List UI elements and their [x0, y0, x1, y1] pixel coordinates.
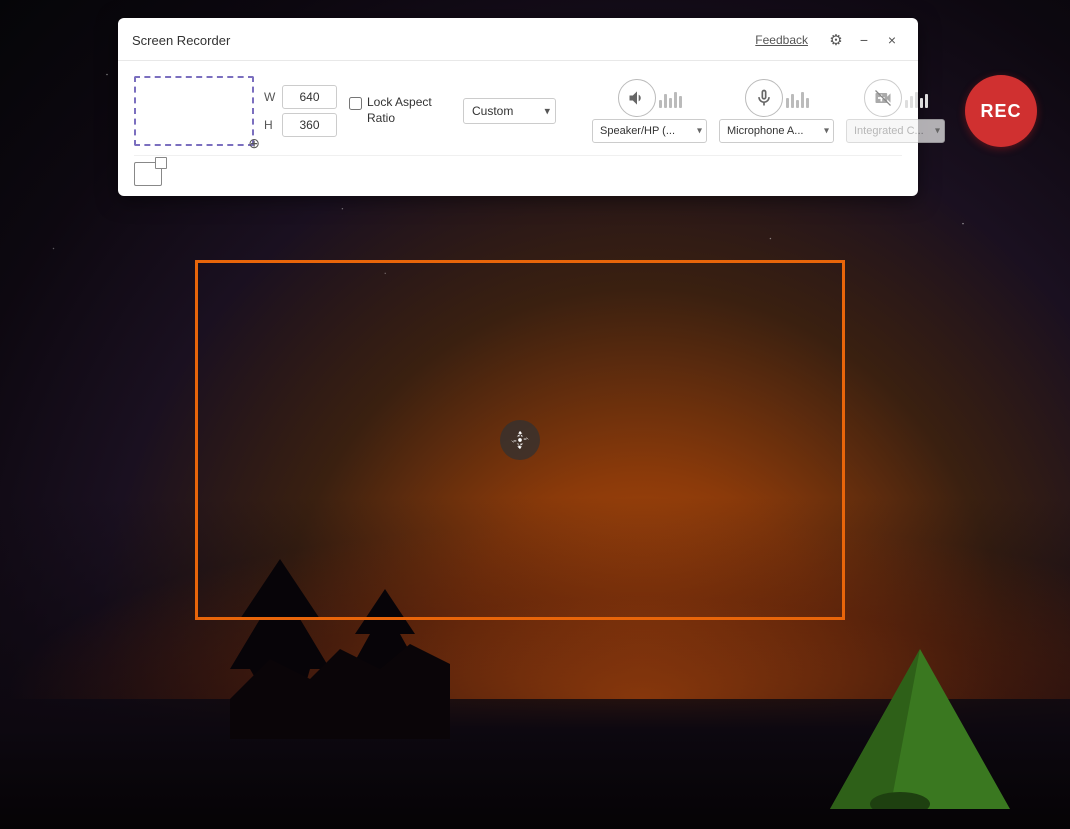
settings-icon: ⚙ — [829, 31, 842, 49]
feedback-link[interactable]: Feedback — [755, 33, 808, 47]
height-label: H — [264, 118, 278, 132]
recorder-window: Screen Recorder Feedback ⚙ − × W H — [118, 18, 918, 196]
move-cursor[interactable] — [500, 420, 540, 460]
settings-button[interactable]: ⚙ — [824, 28, 848, 52]
camera-item: Integrated C... None — [846, 79, 945, 143]
microphone-icon-row — [745, 79, 809, 117]
microphone-item: Microphone A... Default Microphone — [719, 79, 834, 143]
window-titlebar: Screen Recorder Feedback ⚙ − × — [118, 18, 918, 61]
window-body: W H Lock Aspect Ratio Custom Full Screen — [118, 61, 918, 196]
camera-icon — [873, 88, 893, 108]
camera-bars — [905, 88, 928, 108]
camera-icon-circle — [864, 79, 902, 117]
frame-corner-br — [830, 605, 845, 620]
capture-area-preview[interactable] — [134, 76, 254, 146]
preset-dropdown[interactable]: Custom Full Screen 1920×1080 1280×720 — [463, 98, 556, 124]
speaker-select-wrapper: Speaker/HP (... Default Audio Device — [592, 119, 707, 143]
speaker-icon-row — [618, 79, 682, 117]
width-label: W — [264, 90, 278, 104]
speaker-icon-circle — [618, 79, 656, 117]
screenshot-button[interactable] — [134, 162, 162, 186]
rec-label: REC — [980, 101, 1021, 122]
camera-select-wrapper: Integrated C... None — [846, 119, 945, 143]
height-row: H — [264, 113, 337, 137]
speaker-bars — [659, 88, 682, 108]
lock-aspect-checkbox[interactable] — [349, 97, 362, 110]
speaker-icon — [627, 88, 647, 108]
rec-button[interactable]: REC — [965, 75, 1037, 147]
microphone-icon — [754, 88, 774, 108]
close-button[interactable]: × — [880, 28, 904, 52]
frame-corner-tr — [830, 260, 845, 275]
audio-section: Speaker/HP (... Default Audio Device — [592, 79, 945, 143]
preset-dropdown-wrapper: Custom Full Screen 1920×1080 1280×720 — [463, 98, 556, 124]
microphone-dropdown[interactable]: Microphone A... Default Microphone — [719, 119, 834, 143]
lock-aspect-label: Lock Aspect Ratio — [367, 95, 447, 126]
move-icon — [509, 429, 531, 451]
width-row: W — [264, 85, 337, 109]
microphone-bars — [786, 88, 809, 108]
bottom-row — [134, 155, 902, 186]
camera-icon-row — [864, 79, 928, 117]
frame-corner-bl — [195, 605, 210, 620]
camera-dropdown[interactable]: Integrated C... None — [846, 119, 945, 143]
dimensions-panel: W H — [264, 85, 337, 137]
window-title: Screen Recorder — [132, 33, 230, 48]
window-controls: Feedback ⚙ − × — [755, 28, 904, 52]
controls-row: W H Lock Aspect Ratio Custom Full Screen — [134, 75, 902, 147]
speaker-dropdown[interactable]: Speaker/HP (... Default Audio Device — [592, 119, 707, 143]
height-input[interactable] — [282, 113, 337, 137]
lock-aspect-panel: Lock Aspect Ratio — [349, 95, 447, 126]
width-input[interactable] — [282, 85, 337, 109]
tent — [830, 649, 1010, 809]
speaker-item: Speaker/HP (... Default Audio Device — [592, 79, 707, 143]
minimize-button[interactable]: − — [852, 28, 876, 52]
microphone-select-wrapper: Microphone A... Default Microphone — [719, 119, 834, 143]
capture-frame[interactable] — [195, 260, 845, 620]
microphone-icon-circle — [745, 79, 783, 117]
